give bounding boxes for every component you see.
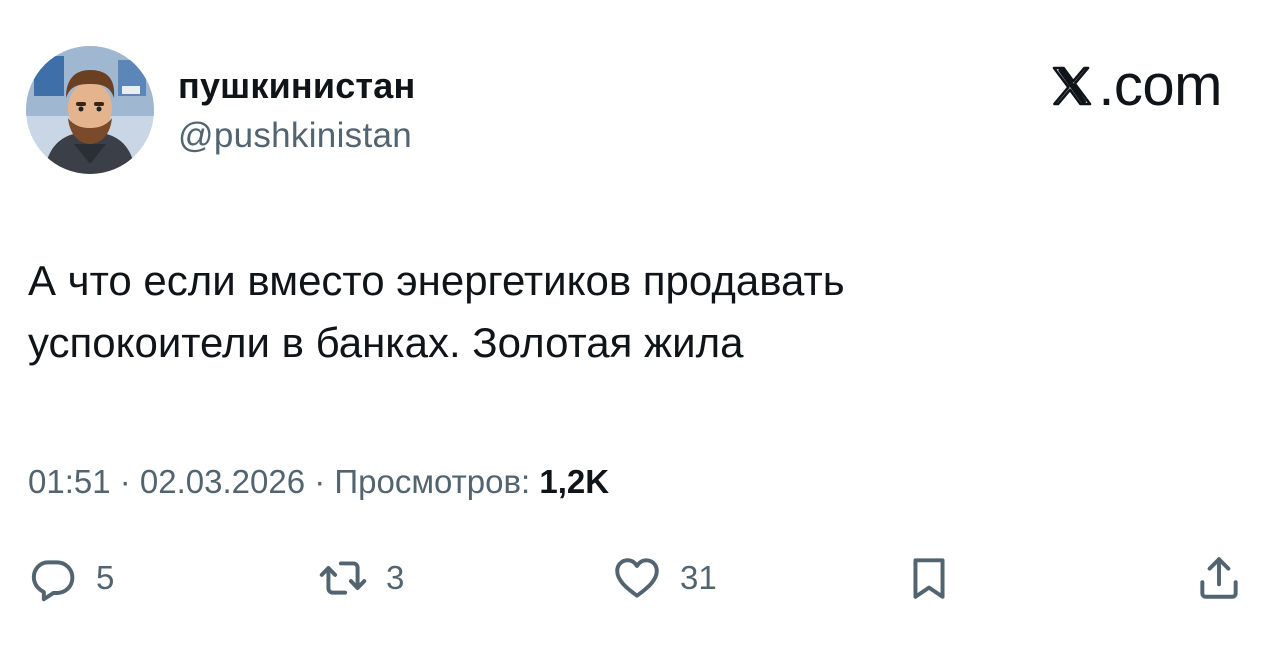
meta-separator: · [110, 463, 140, 500]
share-button[interactable] [1194, 548, 1244, 608]
x-logo-icon [1053, 66, 1092, 106]
views-label: Просмотров: [334, 463, 531, 500]
retweet-count: 3 [386, 559, 405, 596]
retweet-button[interactable]: 3 [318, 548, 404, 608]
reply-button[interactable]: 5 [28, 548, 114, 608]
action-bar: 5 3 31 [0, 548, 1280, 608]
heart-icon [615, 558, 659, 598]
tweet-card: пушкинистан @pushkinistan .com А что есл… [0, 0, 1280, 664]
user-handle[interactable]: @pushkinistan [178, 114, 412, 158]
avatar[interactable] [26, 46, 154, 174]
bookmark-icon [913, 558, 945, 599]
tweet-text: А что если вместо энергетиков продавать … [28, 250, 1208, 374]
retweet-icon [319, 561, 367, 595]
meta-separator: · [305, 463, 335, 500]
brand-watermark: .com [1048, 54, 1222, 118]
reply-icon [31, 560, 75, 602]
tweet-meta: 01:51 · 02.03.2026 · Просмотров: 1,2K [28, 462, 609, 502]
brand-label: .com [1098, 53, 1222, 118]
tweet-text-line: успокоители в банках. Золотая жила [28, 319, 744, 366]
share-icon [1200, 557, 1238, 599]
like-button[interactable]: 31 [612, 548, 717, 608]
tweet-time[interactable]: 01:51 [28, 463, 111, 500]
like-count: 31 [680, 559, 717, 596]
reply-count: 5 [96, 559, 115, 596]
tweet-date[interactable]: 02.03.2026 [140, 463, 305, 500]
bookmark-button[interactable] [904, 548, 954, 608]
display-name[interactable]: пушкинистан [178, 64, 415, 108]
avatar-image [26, 46, 154, 174]
views-count: 1,2K [539, 463, 610, 500]
tweet-text-line: А что если вместо энергетиков продавать [28, 257, 845, 304]
